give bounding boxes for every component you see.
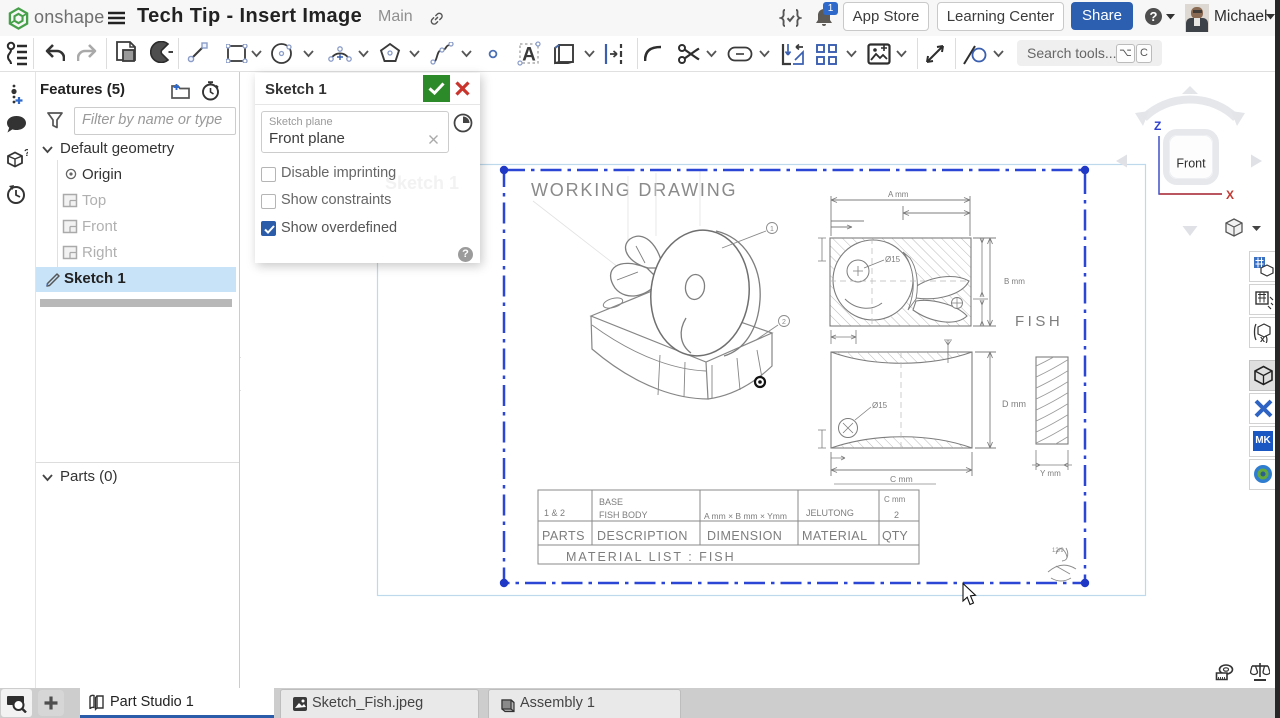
- svg-text:A mm: A mm: [888, 190, 909, 199]
- svg-text:Front: Front: [1176, 157, 1206, 171]
- svg-text:PARTS: PARTS: [542, 529, 585, 543]
- svg-text:A: A: [522, 45, 536, 66]
- svg-text:QTY: QTY: [882, 529, 908, 543]
- svg-text:C mm: C mm: [890, 474, 913, 484]
- svg-text:BASE: BASE: [599, 497, 623, 507]
- svg-text:2: 2: [782, 319, 786, 326]
- svg-text:x): x): [1260, 334, 1268, 343]
- svg-text:B mm: B mm: [1004, 277, 1025, 286]
- svg-text:1 & 2: 1 & 2: [544, 508, 565, 518]
- svg-text:1: 1: [770, 226, 774, 233]
- svg-text:12/9: 12/9: [1052, 548, 1064, 554]
- svg-text:?: ?: [24, 148, 28, 159]
- svg-text:2: 2: [894, 510, 899, 520]
- svg-text:DIMENSION: DIMENSION: [707, 529, 782, 543]
- svg-text:D mm: D mm: [1002, 399, 1026, 409]
- svg-text:Ø15: Ø15: [885, 255, 901, 264]
- svg-text:A mm × B mm × Ymm: A mm × B mm × Ymm: [704, 511, 787, 521]
- svg-text:Ø15: Ø15: [872, 401, 888, 410]
- svg-text:DESCRIPTION: DESCRIPTION: [597, 529, 688, 543]
- svg-text:JELUTONG: JELUTONG: [806, 508, 854, 518]
- svg-text:Y mm: Y mm: [1040, 469, 1061, 478]
- svg-text:X: X: [1226, 188, 1234, 202]
- svg-text:Z: Z: [1154, 119, 1161, 133]
- svg-text:MATERIAL LIST : FISH: MATERIAL LIST : FISH: [566, 550, 736, 564]
- svg-text:MATERIAL: MATERIAL: [802, 529, 868, 543]
- svg-text:FISH: FISH: [1015, 313, 1063, 330]
- svg-text:WORKING DRAWING: WORKING DRAWING: [531, 180, 737, 200]
- svg-text:C mm: C mm: [884, 495, 906, 504]
- svg-text:FISH BODY: FISH BODY: [599, 510, 648, 520]
